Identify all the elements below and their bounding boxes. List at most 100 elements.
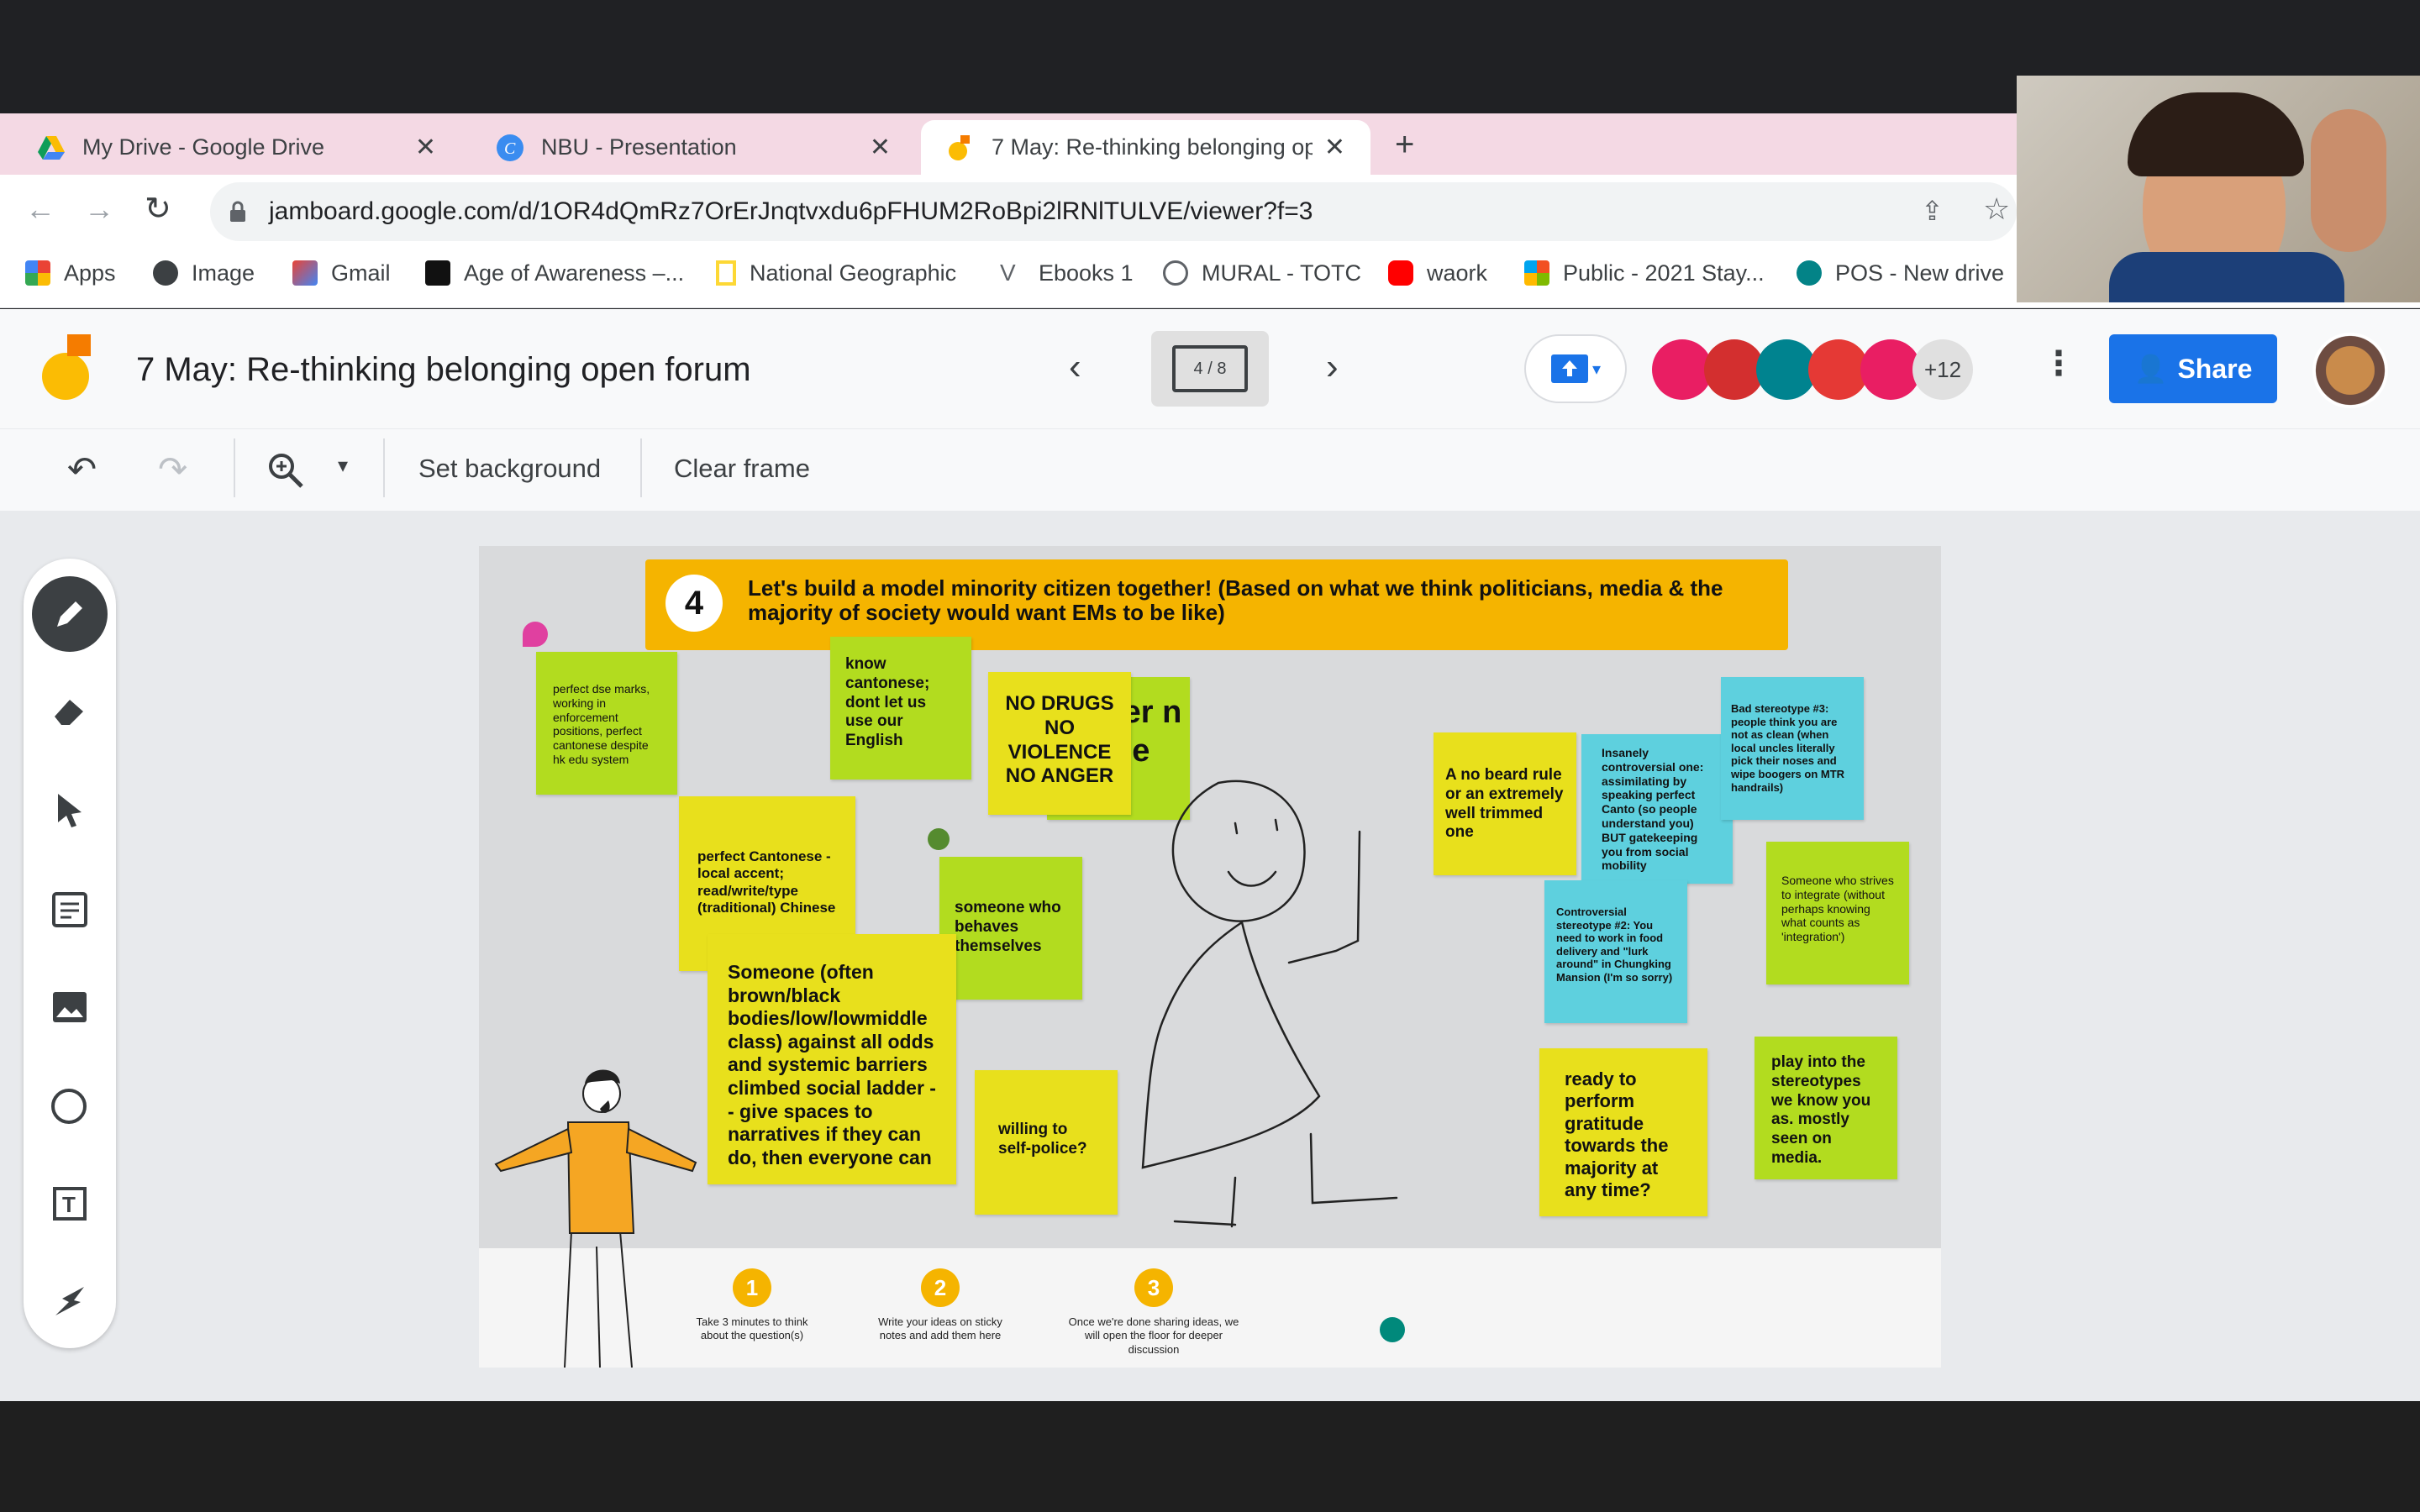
bookmark-ebooks[interactable]: V Ebooks 1 — [1000, 254, 1134, 292]
share-button[interactable]: 👤 Share — [2109, 334, 2277, 403]
sticky-note-tool[interactable] — [32, 872, 108, 948]
undo-icon[interactable]: ↶ — [67, 449, 97, 490]
prev-frame-icon[interactable]: ‹ — [1069, 346, 1081, 388]
sticky-note-icon — [52, 892, 87, 927]
hair-shape — [2128, 92, 2304, 176]
step-text: Write your ideas on sticky notes and add… — [878, 1315, 1002, 1342]
laser-tool[interactable] — [32, 1263, 108, 1339]
set-background-button[interactable]: Set background — [418, 454, 601, 484]
mural-icon — [1163, 260, 1188, 286]
toolbar-divider — [383, 438, 385, 497]
bookmark-mural[interactable]: MURAL - TOTC — [1163, 254, 1361, 292]
pen-tool[interactable] — [32, 576, 108, 652]
bookmark-label: Public - 2021 Stay... — [1563, 260, 1765, 286]
bookmark-image[interactable]: Image — [153, 254, 255, 292]
svg-text:C: C — [504, 139, 516, 158]
add-person-icon: 👤 — [2133, 354, 2168, 384]
eraser-tool[interactable] — [32, 674, 108, 749]
tab-title: My Drive - Google Drive — [82, 134, 325, 160]
tab-title: 7 May: Re-thinking belonging op — [992, 134, 1313, 160]
sharepoint-icon — [1797, 260, 1822, 286]
apps-grid-icon — [25, 260, 50, 286]
gmail-icon — [292, 260, 318, 286]
present-icon — [1550, 354, 1588, 383]
jam-frame[interactable]: 4 Let's build a model minority citizen t… — [479, 546, 1941, 1368]
step-text: Take 3 minutes to think about the questi… — [696, 1315, 808, 1342]
image-tool[interactable] — [32, 969, 108, 1045]
image-icon — [53, 992, 87, 1022]
reload-icon[interactable]: ↻ — [145, 190, 171, 228]
toolbar-divider — [640, 438, 642, 497]
share-label: Share — [2177, 353, 2253, 384]
bookmark-label: Image — [192, 260, 255, 286]
url-text: jamboard.google.com/d/1OR4dQmRz7OrErJnqt… — [269, 197, 1313, 225]
bookmark-label: MURAL - TOTC — [1202, 260, 1362, 286]
zoom-icon[interactable] — [267, 452, 304, 489]
more-options-icon[interactable]: ⋮ — [2042, 344, 2075, 383]
person-illustration — [494, 1069, 697, 1368]
account-avatar[interactable] — [2312, 333, 2388, 408]
tab-jamboard[interactable]: 7 May: Re-thinking belonging op ✕ — [921, 120, 1370, 175]
youtube-icon — [1388, 260, 1413, 286]
bookmark-label: Ebooks 1 — [1039, 260, 1134, 286]
laser-icon — [55, 1287, 84, 1315]
address-bar[interactable]: jamboard.google.com/d/1OR4dQmRz7OrErJnqt… — [210, 182, 2017, 241]
clear-frame-button[interactable]: Clear frame — [674, 454, 810, 484]
chevron-down-icon: ▾ — [1591, 360, 1602, 379]
bookmark-label: Gmail — [331, 260, 391, 286]
shape-tool[interactable] — [32, 1068, 108, 1144]
step-badge: 3 — [1134, 1268, 1173, 1307]
circle-icon — [51, 1089, 87, 1124]
ebooks-icon: V — [1000, 260, 1016, 286]
more-collaborators-badge[interactable]: +12 — [1912, 339, 1973, 400]
bookmark-gmail[interactable]: Gmail — [292, 254, 391, 292]
text-box-tool[interactable]: T — [32, 1166, 108, 1242]
eraser-icon — [55, 700, 83, 725]
bookmark-pos-new-drive[interactable]: POS - New drive — [1797, 254, 2004, 292]
google-drive-icon — [38, 135, 65, 160]
jamboard-logo — [42, 334, 91, 400]
close-icon[interactable]: ✕ — [415, 133, 436, 162]
bookmark-label: National Geographic — [750, 260, 957, 286]
step-badge: 1 — [733, 1268, 771, 1307]
webcam-video — [2017, 76, 2420, 302]
natgeo-icon — [716, 260, 736, 286]
tab-google-drive[interactable]: My Drive - Google Drive ✕ — [12, 120, 461, 175]
board-title[interactable]: 7 May: Re-thinking belonging open forum — [136, 351, 751, 389]
present-button[interactable]: ▾ — [1524, 334, 1627, 403]
star-icon[interactable]: ☆ — [1983, 192, 2010, 227]
step-badge: 2 — [921, 1268, 960, 1307]
bookmark-label: POS - New drive — [1835, 260, 2005, 286]
back-icon[interactable]: ← — [25, 192, 55, 227]
bookmark-public-2021[interactable]: Public - 2021 Stay... — [1524, 254, 1765, 292]
frame-bar-toggle[interactable]: 4 / 8 — [1151, 331, 1269, 407]
new-tab-icon[interactable]: + — [1395, 126, 1414, 164]
bookmark-national-geographic[interactable]: National Geographic — [716, 254, 956, 292]
video-player-bar — [0, 1401, 2420, 1512]
medium-icon — [425, 260, 450, 286]
close-icon[interactable]: ✕ — [870, 133, 891, 162]
close-icon[interactable]: ✕ — [1324, 133, 1345, 162]
canva-icon: C — [497, 134, 523, 161]
text-box-icon: T — [53, 1187, 87, 1221]
share-page-icon[interactable]: ⇪ — [1921, 195, 1944, 227]
next-frame-icon[interactable]: › — [1326, 346, 1339, 388]
redo-icon[interactable]: ↷ — [158, 449, 187, 490]
microsoft-icon — [1524, 260, 1549, 286]
bookmark-label: Apps — [64, 260, 116, 286]
chevron-down-icon[interactable]: ▾ — [338, 454, 348, 478]
bookmark-label: waork — [1427, 260, 1488, 286]
toolbar-divider — [234, 438, 235, 497]
bookmark-apps[interactable]: Apps — [25, 254, 116, 292]
tab-title: NBU - Presentation — [541, 134, 737, 160]
tab-nbu-presentation[interactable]: C NBU - Presentation ✕ — [471, 120, 916, 175]
cursor-icon — [58, 794, 82, 827]
jamboard-toolbar — [0, 428, 2420, 511]
pen-icon — [57, 601, 82, 627]
frame-counter: 4 / 8 — [1172, 345, 1248, 392]
forward-icon[interactable]: → — [84, 192, 114, 227]
bookmark-age-of-awareness[interactable]: Age of Awareness –... — [425, 254, 684, 292]
bookmark-waork[interactable]: waork — [1388, 254, 1487, 292]
hand-shape — [2311, 109, 2386, 252]
select-tool[interactable] — [32, 773, 108, 848]
